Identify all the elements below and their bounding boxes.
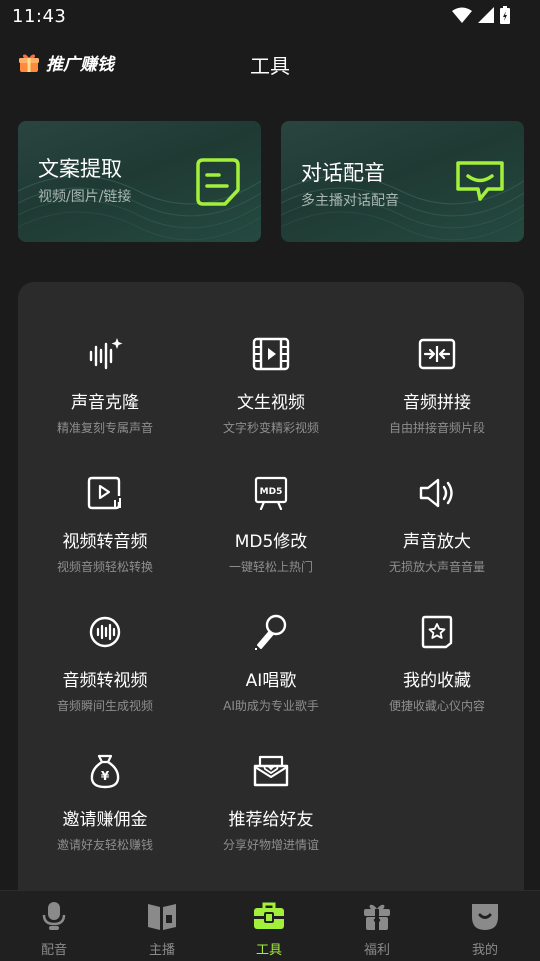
bottom-tab-bar: 配音 主播 工具 福利 我的: [0, 890, 540, 961]
tool-name: AI唱歌: [245, 671, 297, 691]
tool-name: MD5修改: [234, 532, 308, 552]
tab-label: 工具: [255, 943, 282, 958]
wifi-icon: [452, 7, 472, 23]
book-tab-icon: [148, 904, 176, 930]
tool-name: 邀请赚佣金: [62, 810, 148, 830]
tool-desc: 音频瞬间生成视频: [56, 699, 153, 713]
tool-ai-sing[interactable]: AI唱歌 AI助成为专业歌手: [188, 612, 354, 714]
page-title: 工具: [250, 54, 290, 78]
tool-name: 声音放大: [403, 532, 471, 552]
tool-desc: 无损放大声音音量: [388, 560, 485, 574]
heart-envelope-icon: [253, 755, 289, 787]
tool-desc: 分享好物增进情谊: [222, 838, 319, 852]
tool-desc: 一键轻松上热门: [228, 560, 313, 574]
md5-icon: MD5: [254, 476, 288, 510]
tool-name: 声音克隆: [71, 393, 139, 413]
film-icon: [252, 337, 290, 371]
tool-volume-boost[interactable]: 声音放大 无损放大声音音量: [354, 473, 520, 575]
tool-name: 我的收藏: [403, 671, 471, 691]
card-subtitle: 视频/图片/链接: [38, 189, 132, 205]
tool-text-to-video[interactable]: 文生视频 文字秒变精彩视频: [188, 334, 354, 436]
md5-badge: MD5: [260, 487, 283, 497]
currency-badge: ¥: [101, 769, 110, 783]
chat-icon: [456, 161, 504, 201]
signal-icon: [478, 7, 494, 23]
tab-label: 我的: [471, 943, 498, 958]
tab-dubbing[interactable]: 配音: [14, 901, 94, 958]
card-copy-extract[interactable]: 文案提取 视频/图片/链接: [18, 121, 261, 242]
speaker-icon: [419, 478, 453, 508]
tool-desc: 精准复刻专属声音: [56, 421, 153, 435]
tab-welfare[interactable]: 福利: [337, 901, 417, 958]
tab-label: 福利: [363, 943, 390, 958]
card-title: 文案提取: [38, 157, 122, 181]
tool-desc: 文字秒变精彩视频: [222, 421, 319, 435]
tool-desc: 自由拼接音频片段: [388, 421, 485, 435]
voice-sparkle-icon: [89, 338, 123, 370]
card-dialogue-dub[interactable]: 对话配音 多主播对话配音: [281, 121, 524, 242]
tab-tools[interactable]: 工具: [229, 901, 309, 958]
tool-video-to-audio[interactable]: 视频转音频 视频音频轻松转换: [22, 473, 188, 575]
tool-favorites[interactable]: 我的收藏 便捷收藏心仪内容: [354, 612, 520, 714]
audio-circle-icon: [89, 616, 121, 648]
tab-anchor[interactable]: 主播: [122, 901, 202, 958]
tool-name: 推荐给好友: [228, 810, 314, 830]
battery-icon: [500, 6, 510, 24]
document-icon: [196, 158, 240, 206]
tools-panel: 声音克隆 精准复刻专属声音 文生视频 文字秒变精彩视频 音频拼接 自由拼接音频片…: [18, 282, 524, 922]
card-subtitle: 多主播对话配音: [301, 193, 399, 209]
tab-mine[interactable]: 我的: [445, 901, 525, 958]
toolbox-tab-icon: [254, 902, 284, 929]
tool-invite-earn[interactable]: ¥ 邀请赚佣金 邀请好友轻松赚钱: [22, 751, 188, 853]
top-bar: 推广赚钱 工具: [0, 40, 540, 84]
status-time: 11:43: [12, 6, 67, 27]
star-bookmark-icon: [421, 615, 453, 649]
mic-tab-icon: [42, 902, 66, 930]
tool-name: 音频转视频: [62, 671, 148, 691]
tool-name: 文生视频: [237, 393, 305, 413]
tool-name: 音频拼接: [403, 393, 471, 413]
tool-audio-merge[interactable]: 音频拼接 自由拼接音频片段: [354, 334, 520, 436]
tool-md5-modify[interactable]: MD5 MD5修改 一键轻松上热门: [188, 473, 354, 575]
tool-name: 视频转音频: [62, 532, 148, 552]
tool-desc: AI助成为专业歌手: [223, 699, 319, 713]
tab-label: 主播: [148, 943, 175, 958]
tool-voice-clone[interactable]: 声音克隆 精准复刻专属声音: [22, 334, 188, 436]
tool-desc: 视频音频轻松转换: [56, 560, 153, 574]
tool-audio-to-video[interactable]: 音频转视频 音频瞬间生成视频: [22, 612, 188, 714]
tool-desc: 邀请好友轻松赚钱: [56, 838, 153, 852]
video-play-icon: [87, 476, 121, 510]
merge-icon: [418, 338, 456, 370]
tool-desc: 便捷收藏心仪内容: [388, 699, 485, 713]
tool-recommend-friend[interactable]: 推荐给好友 分享好物增进情谊: [188, 751, 354, 853]
microphone-icon: [255, 614, 287, 650]
money-bag-icon: ¥: [90, 754, 120, 789]
gift-tab-icon: [364, 904, 390, 930]
status-bar: 11:43: [0, 0, 540, 34]
profile-tab-icon: [472, 904, 498, 930]
card-title: 对话配音: [301, 161, 385, 185]
tab-label: 配音: [40, 943, 67, 958]
